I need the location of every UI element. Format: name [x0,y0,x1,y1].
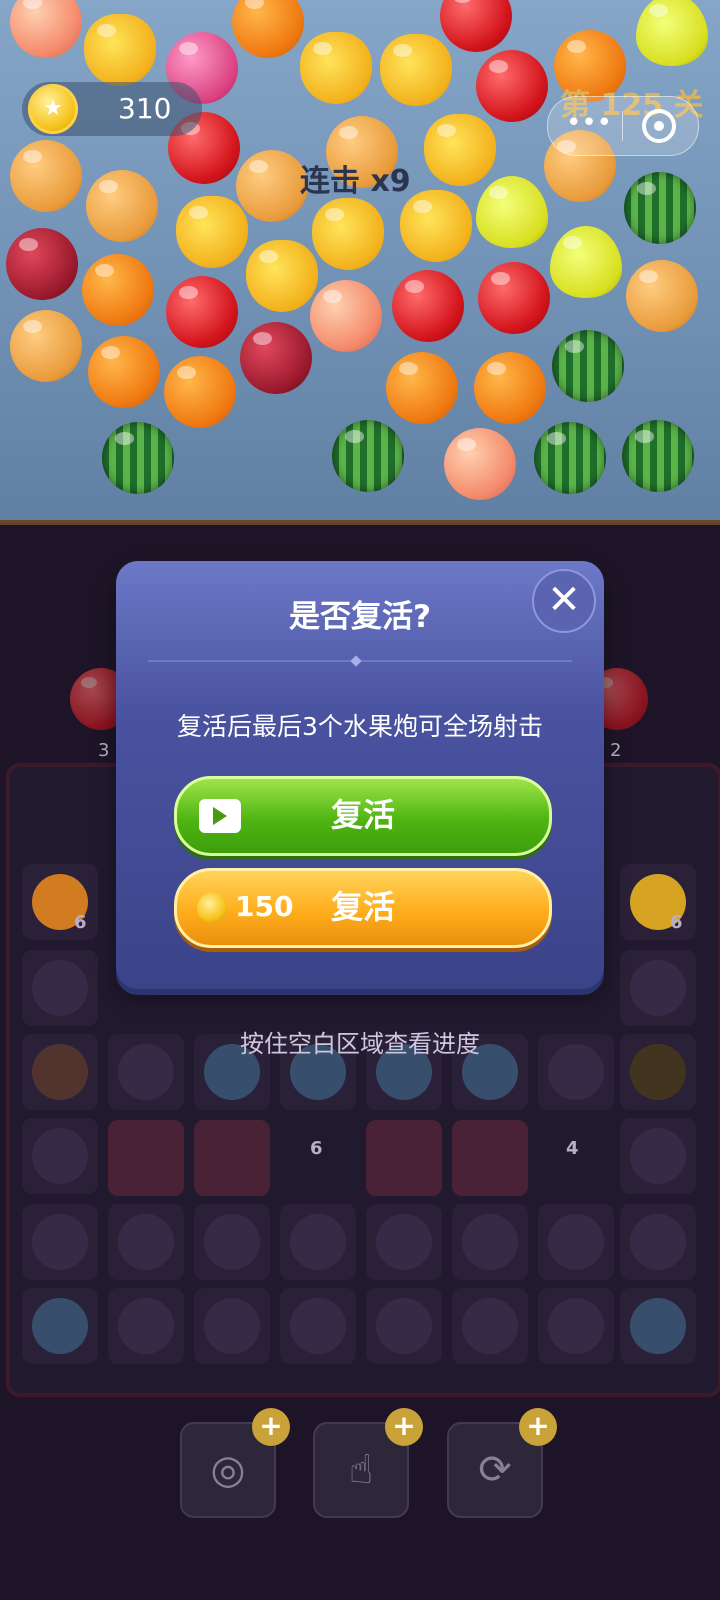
pineapple-fruit [246,240,318,312]
divider-ornament [350,655,362,667]
empty-slot [452,1120,528,1196]
coin-revive-button[interactable]: 150 复活 [174,868,552,948]
close-icon[interactable]: ✕ [532,569,596,633]
video-revive-label: 复活 [330,796,395,834]
board-cell[interactable] [108,1204,184,1280]
orange-fruit [386,352,458,424]
more-icon[interactable]: ••• [566,110,612,138]
board-cell[interactable] [108,1288,184,1364]
combo-label: 连击 x9 [300,164,411,199]
cell-count: 6 [670,912,683,933]
peach-fruit [310,280,382,352]
empty-slot [108,1120,184,1196]
cantaloupe-fruit [86,170,158,242]
pear-fruit [476,176,548,248]
pineapple-fruit [380,34,452,106]
orange-fruit [82,254,154,326]
apple-fruit [392,270,464,342]
left-cannon-count: 3 [98,740,110,761]
pineapple-fruit [312,198,384,270]
watermelon-fruit [534,422,606,494]
coin-value: 310 [118,92,172,125]
coin-icon [197,893,227,923]
board-cell[interactable] [620,864,696,940]
dialog-title: 是否复活? [289,599,431,635]
capsule-divider [622,111,623,141]
orange-fruit [88,336,160,408]
pineapple-fruit [176,196,248,268]
board-cell[interactable] [366,1204,442,1280]
board-cell[interactable] [452,1288,528,1364]
board-cell[interactable] [22,950,98,1026]
orange-fruit [164,356,236,428]
revive-dialog: 是否复活? ✕ 复活后最后3个水果炮可全场射击 复活 150 复活 [116,561,604,989]
pineapple-fruit [300,32,372,104]
cantaloupe-fruit [10,140,82,212]
board-cell[interactable] [366,1288,442,1364]
add-target-button[interactable]: + [252,1408,290,1446]
video-play-icon [199,799,241,833]
cantaloupe-fruit [236,150,308,222]
pomegranate-fruit [240,322,312,394]
miniprogram-capsule: ••• [547,96,699,156]
watermelon-fruit [552,330,624,402]
empty-slot [366,1120,442,1196]
orange-fruit [232,0,304,58]
board-cell[interactable] [538,1204,614,1280]
board-cell[interactable] [280,1288,356,1364]
video-revive-button[interactable]: 复活 [174,776,552,856]
pear-fruit [636,0,708,66]
apple-fruit [440,0,512,52]
cell-count: 6 [74,912,87,933]
board-cell[interactable] [538,1288,614,1364]
board-cell[interactable] [620,1204,696,1280]
board-cell[interactable] [22,1204,98,1280]
pomegranate-fruit [6,228,78,300]
cantaloupe-fruit [10,310,82,382]
empty-slot [194,1120,270,1196]
peach-fruit [10,0,82,58]
watermelon-fruit [332,420,404,492]
watermelon-fruit [622,420,694,492]
coin-revive-cost: 150 [235,890,294,923]
watermelon-fruit [102,422,174,494]
pineapple-fruit [400,190,472,262]
bubble-cell[interactable] [22,1288,98,1364]
add-tap-button[interactable]: + [385,1408,423,1446]
progress-hint: 按住空白区域查看进度 [240,1030,480,1058]
orange-fruit [474,352,546,424]
locked-cell[interactable] [194,1204,270,1280]
right-cannon-count: 2 [610,740,622,761]
bucket-count: 4 [566,1138,579,1159]
board-cell[interactable] [22,864,98,940]
pear-fruit [550,226,622,298]
apple-fruit [476,50,548,122]
board-cell[interactable] [620,950,696,1026]
board-cell[interactable] [194,1288,270,1364]
add-shuffle-button[interactable]: + [519,1408,557,1446]
pineapple-fruit [424,114,496,186]
coin-revive-label: 复活 [330,888,395,926]
cantaloupe-fruit [626,260,698,332]
board-cell[interactable] [620,1118,696,1194]
dialog-description: 复活后最后3个水果炮可全场射击 [177,712,543,741]
bucket-count: 6 [310,1138,323,1159]
key-cell[interactable] [452,1204,528,1280]
close-miniprogram-icon[interactable] [642,109,676,143]
fruit-play-area[interactable]: ★ 310 第 125 关 ••• 连击 x9 [0,0,720,525]
peach-fruit [444,428,516,500]
pineapple-fruit [84,14,156,86]
bubble-cell[interactable] [620,1288,696,1364]
board-cell[interactable] [280,1204,356,1280]
watermelon-fruit [624,172,696,244]
board-cell[interactable] [22,1118,98,1194]
apple-fruit [478,262,550,334]
star-icon: ★ [43,96,63,121]
apple-fruit [166,276,238,348]
